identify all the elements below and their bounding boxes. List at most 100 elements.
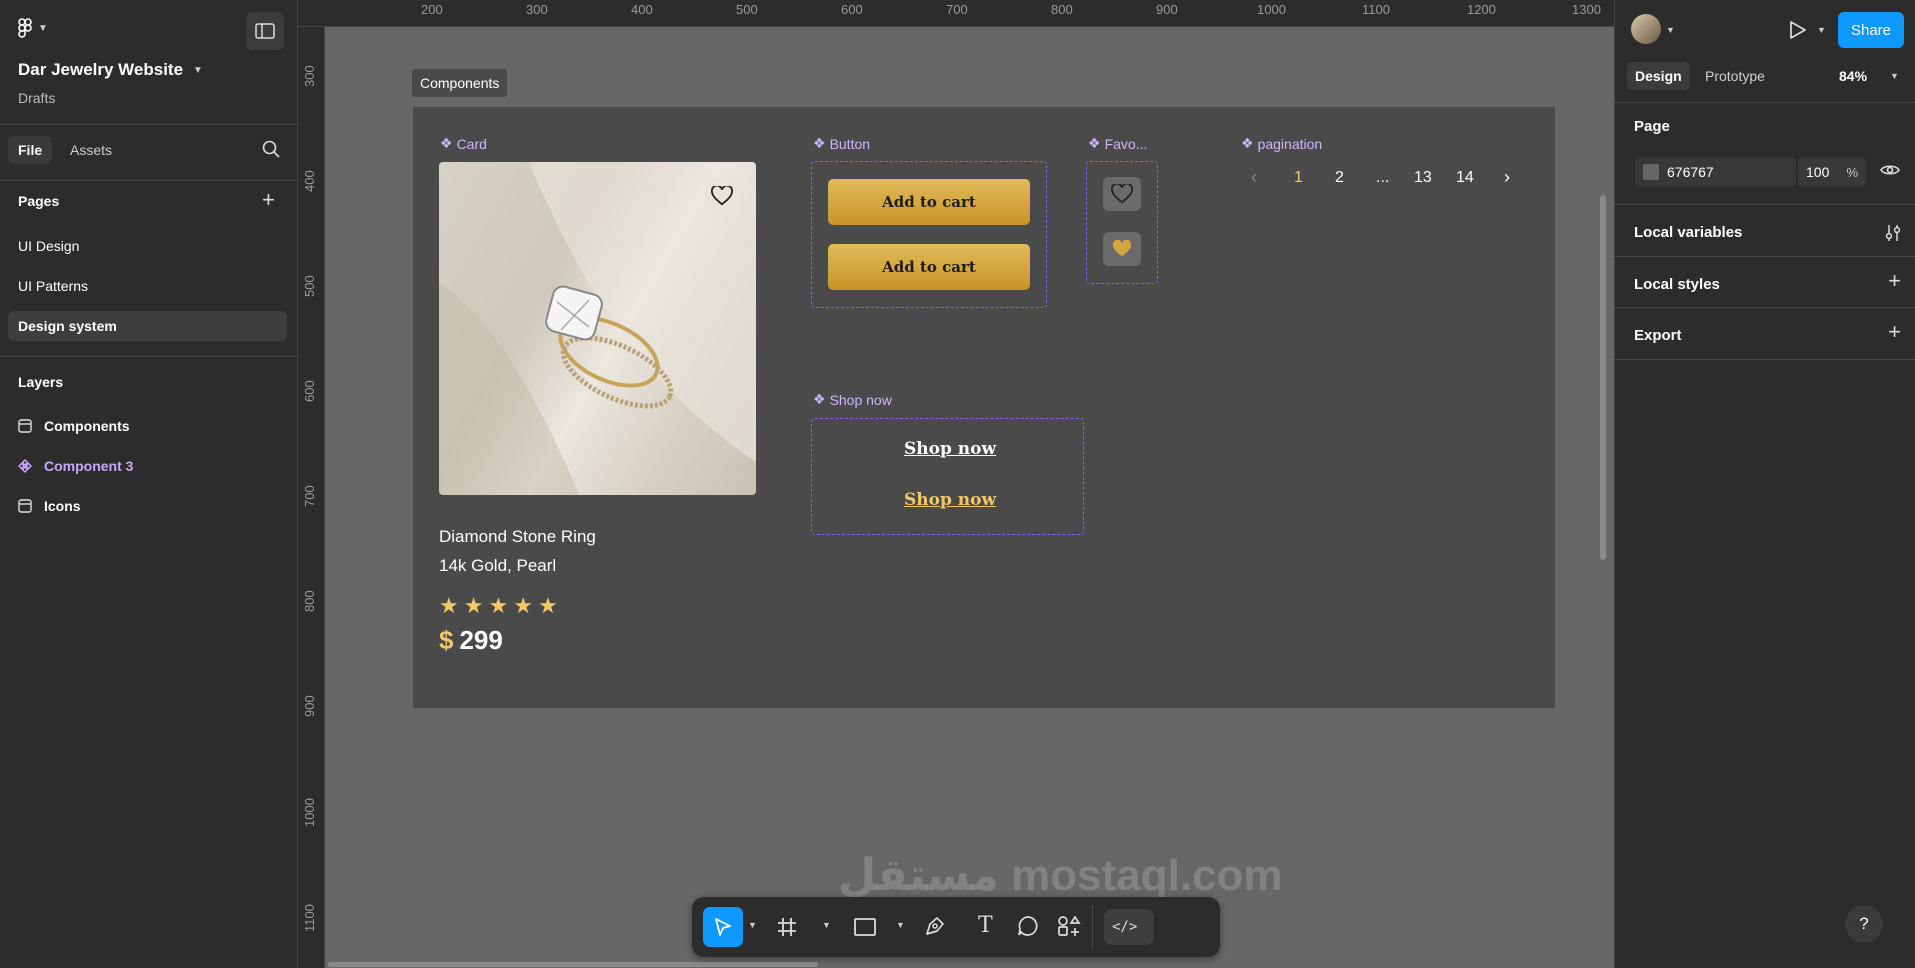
add-to-cart-button[interactable]: Add to cart xyxy=(828,179,1030,225)
star-icon: ★ xyxy=(537,593,558,618)
canvas[interactable]: 200 300 400 500 600 700 800 900 1000 110… xyxy=(298,0,1614,968)
right-panel: ▼ ▼ Share Design Prototype 84% ▼ Page 67… xyxy=(1614,0,1915,968)
file-name-menu[interactable]: Dar Jewelry Website ▼ xyxy=(18,60,203,80)
ruler-tick: 1300 xyxy=(1572,2,1601,17)
chevron-down-icon[interactable]: ▼ xyxy=(1890,71,1899,81)
favorite-component-label[interactable]: ❖ Favo... xyxy=(1088,135,1147,152)
page-section-heading: Page xyxy=(1634,118,1670,135)
chevron-down-icon[interactable]: ▼ xyxy=(1817,25,1826,35)
eye-icon[interactable] xyxy=(1880,163,1900,177)
vertical-scrollbar[interactable] xyxy=(1600,195,1606,560)
opacity-value: 100 xyxy=(1806,164,1830,180)
component-icon: ❖ xyxy=(440,135,453,151)
tab-design[interactable]: Design xyxy=(1627,62,1690,90)
components-frame[interactable]: ❖ Card Diamond Stone Ring 14k Gold, Pear… xyxy=(413,107,1555,708)
ruler-tick: 900 xyxy=(302,695,317,717)
export-heading[interactable]: Export xyxy=(1634,327,1682,344)
left-panel: ▼ Dar Jewelry Website ▼ Drafts File Asse… xyxy=(0,0,298,968)
tab-prototype[interactable]: Prototype xyxy=(1705,68,1765,84)
page-number-14[interactable]: 14 xyxy=(1456,169,1474,187)
shop-now-label-text: Shop now xyxy=(829,391,892,408)
favorite-default[interactable] xyxy=(1103,177,1141,211)
add-style-icon[interactable]: + xyxy=(1888,268,1901,294)
chevron-left-icon[interactable]: ‹ xyxy=(1251,167,1257,188)
chevron-right-icon[interactable]: › xyxy=(1504,167,1510,188)
tab-file[interactable]: File xyxy=(8,136,53,164)
ruler-tick: 600 xyxy=(841,2,863,17)
share-button[interactable]: Share xyxy=(1838,12,1904,48)
frame-label[interactable]: Components xyxy=(412,69,508,97)
chevron-down-icon[interactable]: ▼ xyxy=(748,920,757,930)
shop-now-link-hover[interactable]: Shop now xyxy=(904,490,996,510)
button-component-label[interactable]: ❖ Button xyxy=(813,135,870,152)
comment-tool-icon[interactable] xyxy=(1017,915,1039,937)
pagination-component-label[interactable]: ❖ pagination xyxy=(1241,135,1322,152)
add-export-icon[interactable]: + xyxy=(1888,319,1901,345)
color-swatch[interactable] xyxy=(1643,164,1659,180)
component-icon: ❖ xyxy=(813,391,826,407)
sidebar-icon xyxy=(255,23,275,39)
chevron-down-icon[interactable]: ▼ xyxy=(1666,25,1675,35)
add-page-icon[interactable]: + xyxy=(262,187,275,213)
main-menu-button[interactable]: ▼ xyxy=(18,18,48,38)
tab-assets[interactable]: Assets xyxy=(66,136,116,164)
favorite-active[interactable] xyxy=(1103,232,1141,266)
divider xyxy=(1615,204,1915,205)
horizontal-scrollbar[interactable] xyxy=(328,962,818,967)
page-item-ui-patterns[interactable]: UI Patterns xyxy=(8,271,287,301)
pen-tool-icon[interactable] xyxy=(924,915,946,937)
play-icon[interactable] xyxy=(1789,20,1807,40)
page-item-design-system[interactable]: Design system xyxy=(8,311,287,341)
ruler-tick: 1000 xyxy=(302,798,317,827)
ruler-tick: 300 xyxy=(526,2,548,17)
card-component-label[interactable]: ❖ Card xyxy=(440,135,487,152)
move-tool-button[interactable] xyxy=(703,907,743,947)
page-item-ui-design[interactable]: UI Design xyxy=(8,231,287,261)
ruler-tick: 1100 xyxy=(1362,2,1390,17)
toggle-sidebar-button[interactable] xyxy=(246,12,284,50)
page-number-13[interactable]: 13 xyxy=(1414,169,1432,187)
local-variables-heading[interactable]: Local variables xyxy=(1634,224,1742,241)
layer-label: Components xyxy=(44,418,130,434)
layer-item-components[interactable]: Components xyxy=(18,414,130,438)
chevron-down-icon[interactable]: ▼ xyxy=(896,920,905,930)
divider xyxy=(1615,307,1915,308)
local-styles-heading[interactable]: Local styles xyxy=(1634,276,1720,293)
ruler-tick: 500 xyxy=(736,2,758,17)
layer-label: Icons xyxy=(44,498,81,514)
ruler-tick: 400 xyxy=(302,170,317,192)
shop-now-link[interactable]: Shop now xyxy=(904,439,996,459)
favorite-button[interactable] xyxy=(705,179,739,213)
bottom-toolbar: ▼ ▼ ▼ T </> xyxy=(692,897,1220,957)
ruler-tick: 300 xyxy=(302,65,317,87)
color-hex: 676767 xyxy=(1667,164,1714,180)
zoom-level[interactable]: 84% xyxy=(1839,68,1867,84)
page-number-1[interactable]: 1 xyxy=(1294,169,1303,187)
layer-item-component-3[interactable]: Component 3 xyxy=(18,454,133,478)
frame-tool-icon[interactable] xyxy=(777,917,797,937)
chevron-down-icon[interactable]: ▼ xyxy=(822,920,831,930)
file-name: Dar Jewelry Website xyxy=(18,60,184,79)
help-button[interactable]: ? xyxy=(1845,905,1883,943)
text-tool-icon[interactable]: T xyxy=(978,913,993,938)
product-name: Diamond Stone Ring xyxy=(439,527,596,546)
rectangle-tool-icon[interactable] xyxy=(854,917,876,937)
page-number-2[interactable]: 2 xyxy=(1335,169,1344,187)
layer-item-icons[interactable]: Icons xyxy=(18,494,81,518)
avatar[interactable] xyxy=(1631,14,1661,44)
actions-tool-icon[interactable] xyxy=(1057,915,1081,939)
project-name[interactable]: Drafts xyxy=(18,90,55,106)
divider xyxy=(0,356,298,357)
page-opacity-field[interactable]: 100 % xyxy=(1798,157,1866,187)
star-icon: ★ xyxy=(439,593,459,618)
sliders-icon[interactable] xyxy=(1885,224,1901,242)
layers-heading: Layers xyxy=(18,374,64,390)
search-icon[interactable] xyxy=(262,140,280,158)
dev-mode-toggle[interactable]: </> xyxy=(1104,909,1154,945)
shop-now-component-label[interactable]: ❖ Shop now xyxy=(813,391,892,408)
page-color-field[interactable]: 676767 xyxy=(1635,157,1796,187)
shop-now-variants-set[interactable] xyxy=(811,418,1084,535)
component-icon: ❖ xyxy=(1241,135,1254,151)
ruler-tick: 500 xyxy=(302,275,317,297)
add-to-cart-button-hover[interactable]: Add to cart xyxy=(828,244,1030,290)
